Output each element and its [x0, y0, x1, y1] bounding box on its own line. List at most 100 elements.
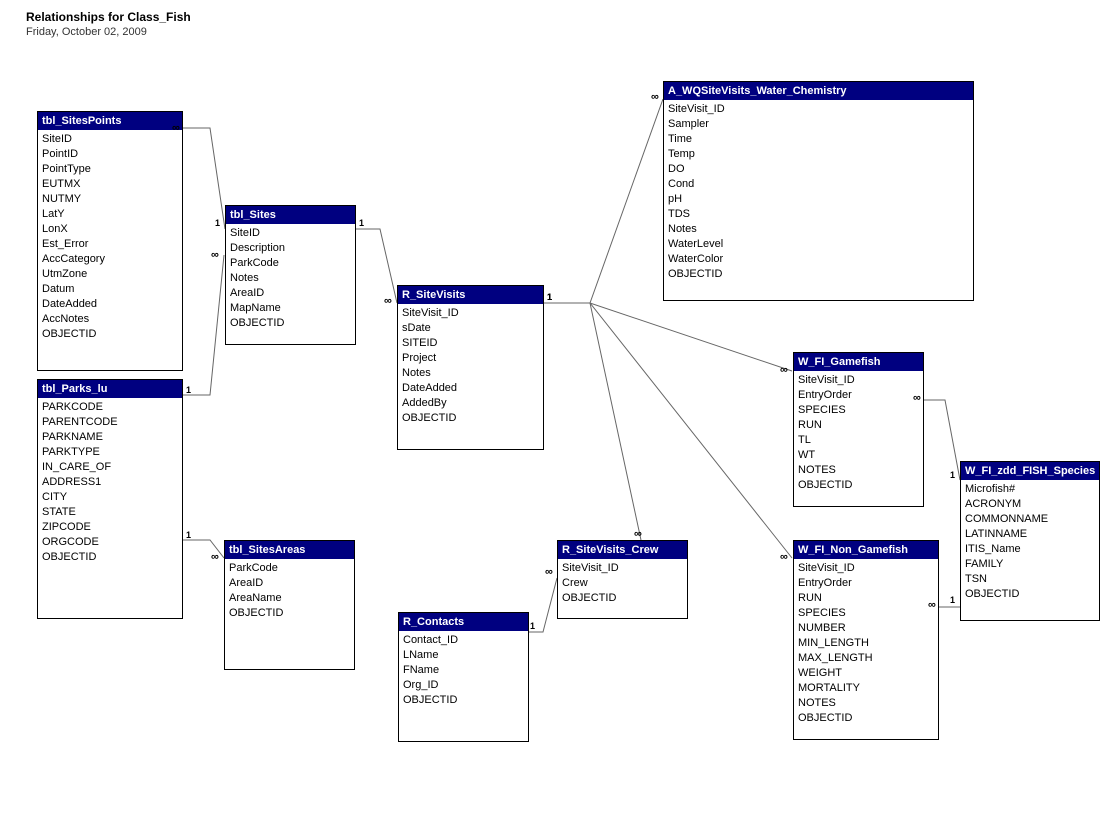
table-field: SITEID: [402, 336, 539, 351]
table-a_wqsitevisits_water_chemistry[interactable]: A_WQSiteVisits_Water_Chemistry SiteVisit_…: [663, 81, 974, 301]
table-field: IN_CARE_OF: [42, 460, 178, 475]
table-field: EUTMX: [42, 177, 178, 192]
table-fields: Microfish#ACRONYMCOMMONNAMELATINNAMEITIS…: [961, 480, 1099, 604]
table-field: OBJECTID: [798, 711, 934, 726]
table-field: ADDRESS1: [42, 475, 178, 490]
table-field: ITIS_Name: [965, 542, 1095, 557]
table-title: R_SiteVisits: [398, 286, 543, 304]
table-field: TSN: [965, 572, 1095, 587]
table-fields: Contact_IDLNameFNameOrg_IDOBJECTID: [399, 631, 528, 710]
table-field: SiteVisit_ID: [798, 373, 919, 388]
cardinality-many: ∞: [545, 566, 551, 578]
table-field: CITY: [42, 490, 178, 505]
table-field: SiteVisit_ID: [562, 561, 683, 576]
table-title: tbl_Parks_lu: [38, 380, 182, 398]
table-field: WT: [798, 448, 919, 463]
table-field: NOTES: [798, 463, 919, 478]
table-field: Notes: [230, 271, 351, 286]
table-field: Notes: [402, 366, 539, 381]
table-r_sitevisits[interactable]: R_SiteVisits SiteVisit_IDsDateSITEIDProje…: [397, 285, 544, 450]
table-tbl_sites[interactable]: tbl_SitesSiteIDDescriptionParkCodeNotesA…: [225, 205, 356, 345]
table-title: tbl_SitesAreas: [225, 541, 354, 559]
table-w_fi_zdd_fish_species[interactable]: W_FI_zdd_FISH_SpeciesMicrofish#ACRONYMCO…: [960, 461, 1100, 621]
table-field: LATINNAME: [965, 527, 1095, 542]
table-fields: SiteVisit_IDCrewOBJECTID: [558, 559, 687, 608]
table-field: Project: [402, 351, 539, 366]
table-field: OBJECTID: [668, 267, 969, 282]
cardinality-one: 1: [186, 385, 191, 395]
table-field: SiteVisit_ID: [798, 561, 934, 576]
table-title: A_WQSiteVisits_Water_Chemistry: [664, 82, 973, 100]
table-field: Cond: [668, 177, 969, 192]
table-field: AreaName: [229, 591, 350, 606]
cardinality-many: ∞: [172, 122, 178, 134]
table-field: AccNotes: [42, 312, 178, 327]
table-field: PARKCODE: [42, 400, 178, 415]
cardinality-one: 1: [547, 292, 552, 302]
table-field: OBJECTID: [965, 587, 1095, 602]
table-fields: SiteVisit_IDEntryOrderSPECIESRUNTLWTNOTE…: [794, 371, 923, 495]
cardinality-one: 1: [530, 621, 535, 631]
cardinality-one: 1: [215, 218, 220, 228]
table-field: EntryOrder: [798, 576, 934, 591]
table-field: LatY: [42, 207, 178, 222]
table-field: ParkCode: [230, 256, 351, 271]
cardinality-many: ∞: [928, 599, 934, 611]
table-field: sDate: [402, 321, 539, 336]
table-field: ACRONYM: [965, 497, 1095, 512]
table-field: AreaID: [230, 286, 351, 301]
table-field: Microfish#: [965, 482, 1095, 497]
table-field: WaterLevel: [668, 237, 969, 252]
table-field: pH: [668, 192, 969, 207]
table-field: SiteID: [230, 226, 351, 241]
table-field: WEIGHT: [798, 666, 934, 681]
table-field: RUN: [798, 418, 919, 433]
cardinality-many: ∞: [634, 528, 640, 540]
table-field: UtmZone: [42, 267, 178, 282]
page-subtitle: Friday, October 02, 2009: [26, 26, 147, 38]
cardinality-many: ∞: [384, 295, 390, 307]
table-field: MapName: [230, 301, 351, 316]
table-field: DateAdded: [42, 297, 178, 312]
table-field: ParkCode: [229, 561, 350, 576]
table-field: RUN: [798, 591, 934, 606]
table-field: SiteVisit_ID: [402, 306, 539, 321]
table-field: Notes: [668, 222, 969, 237]
table-title: R_Contacts: [399, 613, 528, 631]
table-field: SiteID: [42, 132, 178, 147]
cardinality-many: ∞: [780, 364, 786, 376]
table-field: PointType: [42, 162, 178, 177]
table-field: OBJECTID: [798, 478, 919, 493]
table-field: COMMONNAME: [965, 512, 1095, 527]
table-field: FAMILY: [965, 557, 1095, 572]
table-w_fi_gamefish[interactable]: W_FI_GamefishSiteVisit_IDEntryOrderSPECI…: [793, 352, 924, 507]
table-field: Datum: [42, 282, 178, 297]
table-w_fi_non_gamefish[interactable]: W_FI_Non_GamefishSiteVisit_IDEntryOrderR…: [793, 540, 939, 740]
table-tbl_parks_lu[interactable]: tbl_Parks_luPARKCODEPARENTCODEPARKNAMEPA…: [37, 379, 183, 619]
table-fields: SiteVisit_IDEntryOrderRUNSPECIESNUMBERMI…: [794, 559, 938, 728]
table-tbl_sitesareas[interactable]: tbl_SitesAreasParkCodeAreaIDAreaNameOBJE…: [224, 540, 355, 670]
table-title: W_FI_Non_Gamefish: [794, 541, 938, 559]
table-field: Time: [668, 132, 969, 147]
cardinality-one: 1: [950, 470, 955, 480]
cardinality-one: 1: [950, 595, 955, 605]
cardinality-one: 1: [359, 218, 364, 228]
table-field: MAX_LENGTH: [798, 651, 934, 666]
table-field: SPECIES: [798, 403, 919, 418]
table-field: SiteVisit_ID: [668, 102, 969, 117]
table-field: Temp: [668, 147, 969, 162]
table-r_contacts[interactable]: R_ContactsContact_IDLNameFNameOrg_IDOBJE…: [398, 612, 529, 742]
table-field: STATE: [42, 505, 178, 520]
table-fields: PARKCODEPARENTCODEPARKNAMEPARKTYPEIN_CAR…: [38, 398, 182, 567]
table-field: PointID: [42, 147, 178, 162]
table-title: W_FI_Gamefish: [794, 353, 923, 371]
cardinality-many: ∞: [211, 249, 217, 261]
table-field: LName: [403, 648, 524, 663]
table-field: MORTALITY: [798, 681, 934, 696]
table-field: OBJECTID: [229, 606, 350, 621]
table-field: PARKTYPE: [42, 445, 178, 460]
table-field: NUTMY: [42, 192, 178, 207]
table-r_sitevisits_crew[interactable]: R_SiteVisits_CrewSiteVisit_IDCrewOBJECTI…: [557, 540, 688, 619]
table-tbl_sitespoints[interactable]: tbl_SitesPointsSiteIDPointIDPointTypeEUT…: [37, 111, 183, 371]
table-field: TDS: [668, 207, 969, 222]
